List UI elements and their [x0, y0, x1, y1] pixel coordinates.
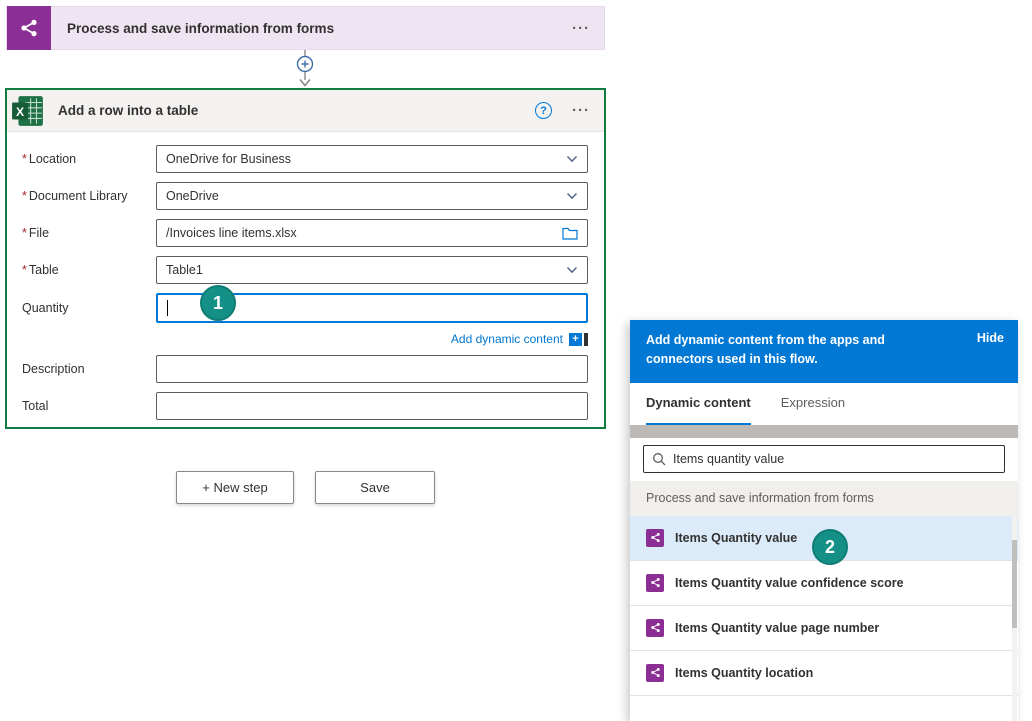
list-item-items-quantity-location[interactable]: Items Quantity location — [630, 651, 1018, 696]
add-dynamic-content-link[interactable]: Add dynamic content — [451, 332, 563, 346]
search-box[interactable] — [643, 445, 1005, 473]
scrollbar-thumb[interactable] — [1012, 540, 1017, 628]
action-card-ai-builder[interactable]: Process and save information from forms … — [6, 6, 605, 50]
insert-step-button — [298, 57, 313, 72]
dynamic-content-search-input[interactable] — [673, 452, 996, 466]
file-picker-input[interactable]: /Invoices line items.xlsx — [156, 219, 588, 247]
flyout-divider-band — [630, 425, 1018, 438]
location-dropdown[interactable]: OneDrive for Business — [156, 145, 588, 173]
new-step-button[interactable]: + New step — [176, 471, 294, 504]
list-item-items-quantity-confidence[interactable]: Items Quantity value confidence score — [630, 561, 1018, 606]
ai-builder-icon — [646, 574, 664, 592]
required-asterisk: * — [22, 189, 27, 203]
field-label-text: File — [29, 226, 49, 240]
field-row-table: *Table Table1 — [22, 256, 588, 284]
excel-card-title: Add a row into a table — [58, 103, 198, 118]
flyout-header: Add dynamic content from the apps and co… — [630, 320, 1018, 383]
required-asterisk: * — [22, 263, 27, 277]
field-label-text: Description — [22, 362, 85, 376]
dynamic-content-flyout: Add dynamic content from the apps and co… — [630, 320, 1018, 721]
field-label: Quantity — [22, 301, 156, 315]
excel-card-body: *Location OneDrive for Business *Documen… — [7, 132, 604, 420]
required-asterisk: * — [22, 152, 27, 166]
field-row-total: Total — [22, 392, 588, 420]
list-item-label: Items Quantity value confidence score — [675, 576, 904, 590]
excel-icon: X — [10, 93, 46, 129]
action-card-excel: X Add a row into a table ? ··· *Location… — [5, 88, 606, 429]
list-item-items-quantity-page-number[interactable]: Items Quantity value page number — [630, 606, 1018, 651]
action-card-title: Process and save information from forms — [67, 21, 334, 36]
field-label-text: Document Library — [29, 189, 128, 203]
field-label-text: Table — [29, 263, 59, 277]
flyout-header-text: Add dynamic content from the apps and co… — [646, 331, 930, 370]
connector-group-header: Process and save information from forms — [630, 481, 1018, 516]
svg-text:X: X — [16, 104, 25, 118]
tab-dynamic-content[interactable]: Dynamic content — [646, 383, 751, 425]
field-value: /Invoices line items.xlsx — [166, 226, 297, 240]
flow-connector — [295, 50, 315, 87]
field-label: *Location — [22, 152, 156, 166]
annotation-step-1-badge: 1 — [200, 285, 236, 321]
field-row-description: Description — [22, 355, 588, 383]
list-item-label: Items Quantity value page number — [675, 621, 879, 635]
field-label-text: Location — [29, 152, 76, 166]
text-cursor — [167, 300, 168, 316]
field-label: *Table — [22, 263, 156, 277]
chevron-down-icon — [566, 155, 578, 163]
field-value: OneDrive — [166, 189, 219, 203]
field-value: Table1 — [166, 263, 203, 277]
more-actions-icon[interactable]: ··· — [572, 102, 590, 119]
annotation-step-2-badge: 2 — [812, 529, 848, 565]
field-row-document-library: *Document Library OneDrive — [22, 182, 588, 210]
required-asterisk: * — [22, 226, 27, 240]
field-value: OneDrive for Business — [166, 152, 291, 166]
power-automate-flow-editor: Process and save information from forms … — [0, 0, 1032, 721]
total-input[interactable] — [156, 392, 588, 420]
help-icon[interactable]: ? — [535, 102, 552, 119]
chevron-down-icon — [566, 266, 578, 274]
field-label: Total — [22, 399, 156, 413]
search-icon — [652, 452, 666, 466]
field-label: *Document Library — [22, 189, 156, 203]
flyout-tabs: Dynamic content Expression — [630, 383, 1018, 425]
add-dynamic-content-icon[interactable]: + — [569, 333, 582, 346]
field-label-text: Quantity — [22, 301, 69, 315]
field-label-text: Total — [22, 399, 48, 413]
field-label: Description — [22, 362, 156, 376]
save-button[interactable]: Save — [315, 471, 435, 504]
field-row-location: *Location OneDrive for Business — [22, 145, 588, 173]
document-library-dropdown[interactable]: OneDrive — [156, 182, 588, 210]
more-actions-icon[interactable]: ··· — [572, 20, 590, 37]
folder-icon — [562, 226, 578, 240]
excel-card-header[interactable]: X Add a row into a table ? ··· — [7, 90, 604, 132]
table-dropdown[interactable]: Table1 — [156, 256, 588, 284]
add-dynamic-content-icon-bar — [584, 333, 588, 346]
ai-builder-icon — [646, 529, 664, 547]
ai-builder-icon — [7, 6, 51, 50]
description-input[interactable] — [156, 355, 588, 383]
chevron-down-icon — [566, 192, 578, 200]
field-row-quantity: Quantity — [22, 293, 588, 323]
field-label: *File — [22, 226, 156, 240]
ai-builder-icon — [646, 664, 664, 682]
list-item-label: Items Quantity value — [675, 531, 797, 545]
search-area — [630, 438, 1018, 481]
ai-builder-icon — [646, 619, 664, 637]
add-dynamic-content-row: Add dynamic content + — [22, 330, 588, 348]
tab-expression[interactable]: Expression — [781, 383, 845, 425]
field-row-file: *File /Invoices line items.xlsx — [22, 219, 588, 247]
hide-button[interactable]: Hide — [977, 331, 1004, 345]
list-item-label: Items Quantity location — [675, 666, 813, 680]
